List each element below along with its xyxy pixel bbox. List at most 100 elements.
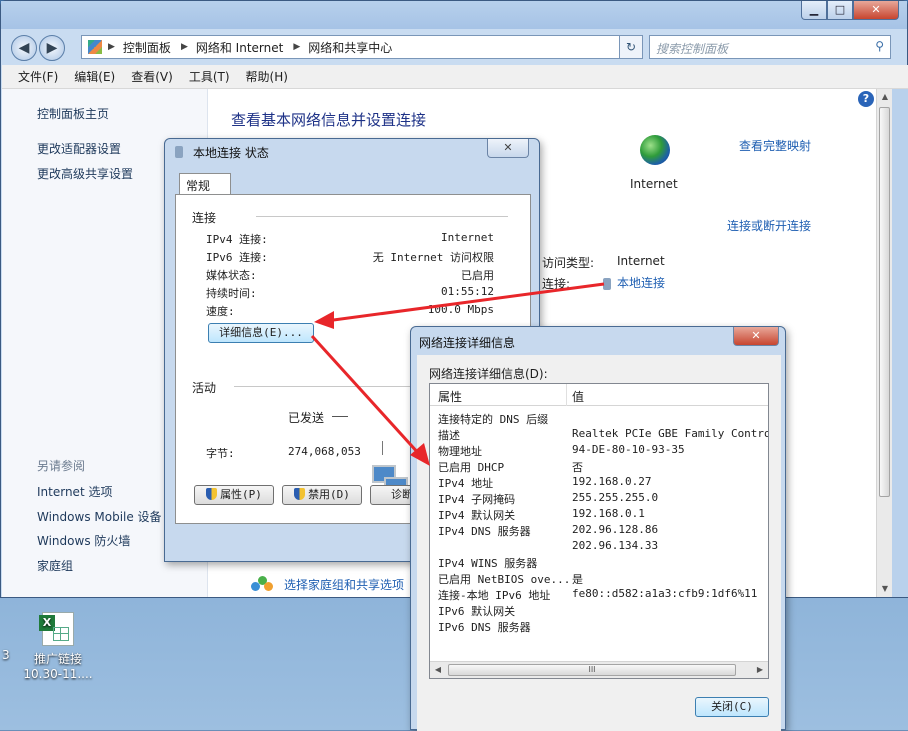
horizontal-scrollbar[interactable]: ◀ III ▶ [430,661,768,678]
internet-label: Internet [630,177,678,191]
refresh-icon[interactable]: ↻ [619,35,643,59]
ipv4-connection-label: IPv4 连接: [206,233,268,246]
breadcrumb-control-panel[interactable]: 控制面板 [123,39,171,56]
view-full-map-link[interactable]: 查看完整映射 [739,137,811,154]
properties-button[interactable]: 属性(P) [194,485,274,505]
menu-bar: 文件(F) 编辑(E) 查看(V) 工具(T) 帮助(H) [2,65,908,89]
close-details-button[interactable]: 关闭(C) [695,697,769,717]
column-separator[interactable] [566,384,567,406]
control-panel-icon [88,40,102,54]
excel-file-icon [39,612,74,646]
scrollbar-thumb[interactable]: III [448,664,736,676]
connect-disconnect-link[interactable]: 连接或断开连接 [727,217,811,234]
menu-tools[interactable]: 工具(T) [181,68,238,85]
table-row[interactable]: IPv4 WINS 服务器 [430,554,768,570]
row-property: IPv4 DNS 服务器 [438,525,531,538]
table-row[interactable]: IPv4 地址 192.168.0.27 [430,474,768,490]
media-state-label: 媒体状态: [206,269,257,282]
desktop-icon-excel[interactable]: 推广链接 10.30-11.... [22,612,94,681]
forward-button[interactable]: ▶ [39,35,65,61]
table-row[interactable]: 描述 Realtek PCIe GBE Family Controller [430,426,768,442]
sidebar-link-control-panel-home[interactable]: 控制面板主页 [37,105,109,122]
help-icon[interactable]: ? [858,91,874,107]
menu-view[interactable]: 查看(V) [123,68,181,85]
row-property: 已启用 DHCP [438,461,505,474]
disable-button[interactable]: 禁用(D) [282,485,362,505]
scroll-up-icon[interactable]: ▲ [877,89,893,105]
group-divider [256,216,508,217]
media-state-value: 已启用 [461,269,494,282]
speed-value: 100.0 Mbps [427,303,494,316]
sidebar-link-internet-options[interactable]: Internet 选项 [37,483,112,500]
column-header-property[interactable]: 属性 [438,388,462,405]
menu-file[interactable]: 文件(F) [2,68,66,85]
menu-help[interactable]: 帮助(H) [238,68,296,85]
chevron-right-icon: ▶ [180,42,188,52]
column-header-value[interactable]: 值 [572,388,584,405]
row-property: IPv4 默认网关 [438,509,516,522]
sidebar-link-windows-firewall[interactable]: Windows 防火墙 [37,532,130,549]
desktop-icon-label-1: 推广链接 [33,652,82,666]
row-value: fe80::d582:a1a3:cfb9:1df6%11 [572,587,758,600]
menu-edit[interactable]: 编辑(E) [66,68,123,85]
homegroup-options-link[interactable]: 选择家庭组和共享选项 [284,576,404,593]
connection-group-label: 连接 [192,211,217,225]
dialog-close-button[interactable]: ✕ [733,327,779,346]
search-icon[interactable]: ⚲ [875,39,884,53]
tab-general[interactable]: 常规 [179,173,231,195]
row-property: IPv4 地址 [438,477,494,490]
scrollbar-thumb[interactable] [879,107,890,497]
details-list[interactable]: 属性 值 连接特定的 DNS 后缀 描述 Realtek PCIe GBE Fami… [429,383,769,679]
row-property: 连接-本地 IPv6 地址 [438,589,551,602]
uac-shield-icon [206,488,218,500]
scroll-right-icon[interactable]: ▶ [752,662,768,678]
minimize-button[interactable]: ▁ [801,1,827,20]
table-row[interactable]: 物理地址 94-DE-80-10-93-35 [430,442,768,458]
network-adapter-icon [603,277,611,290]
table-row[interactable]: IPv6 默认网关 [430,602,768,618]
table-row[interactable]: 连接特定的 DNS 后缀 [430,410,768,426]
sidebar-link-change-adapter[interactable]: 更改适配器设置 [37,140,121,157]
sidebar-link-advanced-sharing[interactable]: 更改高级共享设置 [37,165,133,182]
close-button[interactable]: ✕ [853,1,899,20]
speed-label: 速度: [206,305,235,318]
sent-label: 已发送 [288,411,325,425]
ipv6-connection-value: 无 Internet 访问权限 [372,251,494,264]
breadcrumb-network-sharing-center[interactable]: 网络和共享中心 [308,39,392,56]
table-row[interactable]: 连接-本地 IPv6 地址 fe80::d582:a1a3:cfb9:1df6%1… [430,586,768,602]
row-property: 物理地址 [438,445,482,458]
back-button[interactable]: ◀ [11,35,37,61]
window-titlebar[interactable]: ▁ □ ✕ [1,1,907,29]
sent-line [332,416,348,417]
local-connection-link[interactable]: 本地连接 [603,274,665,291]
address-bar[interactable]: ▶ 控制面板 ▶ 网络和 Internet ▶ 网络和共享中心 ▼ [81,35,641,59]
details-button[interactable]: 详细信息(E)... [208,323,314,343]
table-row[interactable]: IPv4 DNS 服务器 202.96.128.86 [430,522,768,538]
activity-divider [382,441,383,455]
row-value: 是 [572,573,583,586]
table-row[interactable]: 已启用 DHCP 否 [430,458,768,474]
table-row[interactable]: 已启用 NetBIOS ove... 是 [430,570,768,586]
sidebar-link-homegroup[interactable]: 家庭组 [37,557,73,574]
table-row[interactable]: IPv4 默认网关 192.168.0.1 [430,506,768,522]
content-scrollbar[interactable]: ▲ ▼ [876,89,892,597]
row-value: 94-DE-80-10-93-35 [572,443,685,456]
row-property: 连接特定的 DNS 后缀 [438,413,549,426]
maximize-button[interactable]: □ [827,1,853,20]
search-input[interactable]: 搜索控制面板 ⚲ [649,35,891,59]
activity-group-label: 活动 [192,381,217,395]
table-row[interactable]: IPv4 子网掩码 255.255.255.0 [430,490,768,506]
page-title: 查看基本网络信息并设置连接 [231,111,427,129]
scroll-left-icon[interactable]: ◀ [430,662,446,678]
bytes-label: 字节: [206,447,235,460]
table-row[interactable]: 202.96.134.33 [430,538,768,554]
see-also-heading: 另请参阅 [37,459,86,473]
dialog-close-button[interactable]: ✕ [487,139,529,158]
breadcrumb-network-internet[interactable]: 网络和 Internet [196,39,283,56]
sidebar-link-windows-mobile[interactable]: Windows Mobile 设备 [37,508,162,525]
properties-button-label: 属性(P) [220,488,262,501]
row-property: 描述 [438,429,460,442]
scroll-down-icon[interactable]: ▼ [877,581,893,597]
uac-shield-icon [294,488,306,500]
table-row[interactable]: IPv6 DNS 服务器 [430,618,768,634]
